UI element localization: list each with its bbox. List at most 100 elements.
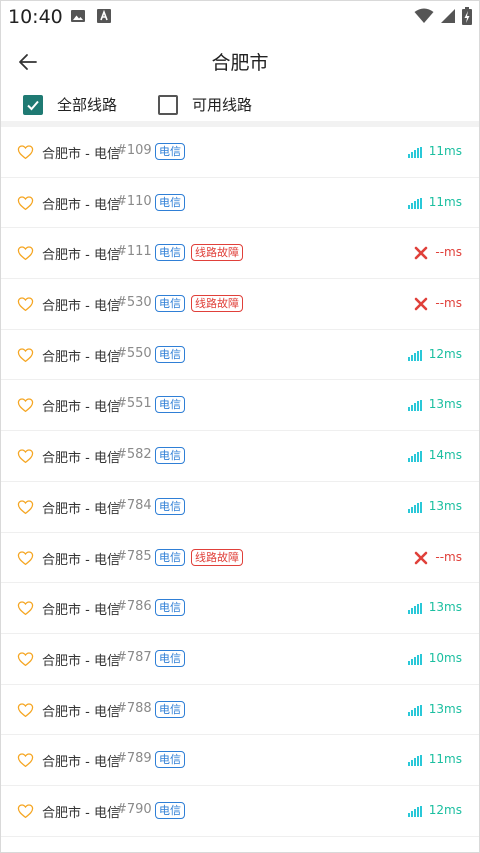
- route-row[interactable]: 合肥市 - 电信 #109 电信 11ms: [0, 127, 480, 178]
- latency-value: --ms: [435, 245, 462, 260]
- filter-all-routes[interactable]: 全部线路: [23, 94, 117, 115]
- route-id: #582: [116, 447, 152, 463]
- signal-bars-icon: [408, 653, 422, 665]
- fault-badge: 线路故障: [191, 548, 243, 566]
- heart-outline-icon[interactable]: [17, 397, 34, 413]
- route-id: #790: [116, 801, 152, 817]
- filter-available-routes[interactable]: 可用线路: [158, 94, 252, 115]
- route-row[interactable]: 合肥市 - 电信 #550 电信 12ms: [0, 330, 480, 381]
- isp-badge: 电信: [155, 801, 185, 819]
- route-name: 合肥市 - 电信: [42, 552, 120, 568]
- heart-outline-icon[interactable]: [17, 600, 34, 616]
- fault-badge: 线路故障: [191, 244, 243, 262]
- route-id: #789: [116, 751, 152, 767]
- route-list: 合肥市 - 电信 #109 电信 11ms 合肥市 - 电信 #110 电信 11ms 合肥市 …: [0, 127, 480, 837]
- route-name: 合肥市 - 电信: [42, 704, 120, 720]
- latency-value: 11ms: [428, 752, 462, 767]
- route-id: #110: [116, 193, 152, 209]
- heart-outline-icon[interactable]: [17, 803, 34, 819]
- isp-badge: 电信: [155, 649, 185, 667]
- route-name: 合肥市 - 电信: [42, 451, 120, 467]
- heart-outline-icon[interactable]: [17, 144, 34, 160]
- route-row[interactable]: 合肥市 - 电信 #582 电信 14ms: [0, 431, 480, 482]
- isp-badge: 电信: [155, 700, 185, 718]
- signal-bars-icon: [408, 755, 422, 767]
- check-icon: [27, 100, 39, 110]
- heart-outline-icon[interactable]: [17, 195, 34, 211]
- signal-bars-icon: [408, 805, 422, 817]
- checkbox-available-routes[interactable]: [158, 94, 178, 115]
- route-row[interactable]: 合肥市 - 电信 #551 电信 13ms: [0, 380, 480, 432]
- route-name: 合肥市 - 电信: [42, 349, 120, 365]
- cross-icon: [414, 297, 428, 311]
- heart-outline-icon[interactable]: [17, 499, 34, 515]
- route-name: 合肥市 - 电信: [42, 805, 120, 821]
- isp-badge: 电信: [155, 447, 185, 465]
- heart-outline-icon[interactable]: [17, 702, 34, 718]
- latency-value: 13ms: [428, 701, 462, 716]
- latency-value: 12ms: [428, 802, 462, 817]
- filter-bar: 全部线路 可用线路: [0, 88, 480, 122]
- fault-badge: 线路故障: [191, 295, 243, 313]
- route-name: 合肥市 - 电信: [42, 147, 120, 162]
- isp-badge: 电信: [155, 244, 185, 262]
- route-row[interactable]: 合肥市 - 电信 #790 电信 12ms: [0, 786, 480, 837]
- latency-value: 13ms: [428, 498, 462, 513]
- isp-badge: 电信: [155, 295, 185, 313]
- isp-badge: 电信: [155, 599, 185, 617]
- wifi-icon: [414, 8, 434, 23]
- latency-value: 13ms: [428, 600, 462, 615]
- route-name: 合肥市 - 电信: [42, 603, 120, 619]
- page-title: 合肥市: [211, 52, 269, 74]
- route-row[interactable]: 合肥市 - 电信 #786 电信 13ms: [0, 583, 480, 634]
- heart-outline-icon[interactable]: [17, 245, 34, 261]
- latency-value: --ms: [435, 296, 462, 311]
- route-id: #109: [116, 143, 152, 158]
- route-row[interactable]: 合肥市 - 电信 #787 电信 10ms: [0, 634, 480, 685]
- isp-badge: 电信: [155, 193, 185, 211]
- isp-badge: 电信: [155, 751, 185, 769]
- font-a-icon: [97, 9, 111, 23]
- route-row[interactable]: 合肥市 - 电信 #785 电信 线路故障 --ms: [0, 533, 480, 584]
- route-row[interactable]: 合肥市 - 电信 #111 电信 线路故障 --ms: [0, 228, 480, 280]
- isp-badge: 电信: [155, 497, 185, 515]
- route-row[interactable]: 合肥市 - 电信 #788 电信 13ms: [0, 685, 480, 736]
- heart-outline-icon[interactable]: [17, 550, 34, 566]
- signal-bars-icon: [408, 451, 422, 463]
- cross-icon: [414, 247, 428, 260]
- route-row[interactable]: 合肥市 - 电信 #110 电信 11ms: [0, 178, 480, 229]
- heart-outline-icon[interactable]: [17, 296, 34, 312]
- latency-value: 11ms: [428, 194, 462, 209]
- route-name: 合肥市 - 电信: [42, 653, 120, 669]
- route-row[interactable]: 合肥市 - 电信 #789 电信 11ms: [0, 735, 480, 786]
- heart-outline-icon[interactable]: [17, 752, 34, 768]
- isp-badge: 电信: [155, 396, 185, 414]
- latency-value: 10ms: [428, 650, 462, 665]
- isp-badge: 电信: [155, 548, 185, 566]
- battery-charging-icon: [462, 7, 472, 25]
- signal-bars-icon: [408, 400, 422, 412]
- signal-bars-icon: [408, 704, 422, 716]
- isp-badge: 电信: [155, 345, 185, 363]
- header: 合肥市: [0, 32, 480, 88]
- status-bar: 10:40: [0, 0, 480, 32]
- heart-outline-icon[interactable]: [17, 448, 34, 464]
- route-name: 合肥市 - 电信: [42, 248, 120, 264]
- signal-bars-icon: [408, 197, 422, 209]
- isp-badge: 电信: [155, 143, 185, 160]
- signal-bars-icon: [408, 603, 422, 615]
- route-name: 合肥市 - 电信: [42, 501, 120, 517]
- image-icon: [71, 10, 85, 22]
- latency-value: 12ms: [428, 346, 462, 361]
- heart-outline-icon[interactable]: [17, 347, 34, 363]
- route-row[interactable]: 合肥市 - 电信 #784 电信 13ms: [0, 482, 480, 533]
- status-left-icons: [70, 8, 112, 24]
- latency-value: 13ms: [428, 397, 462, 412]
- signal-bars-icon: [408, 349, 422, 361]
- status-time: 10:40: [8, 6, 63, 28]
- route-row[interactable]: 合肥市 - 电信 #530 电信 线路故障 --ms: [0, 279, 480, 330]
- checkbox-all-routes[interactable]: [23, 94, 43, 115]
- heart-outline-icon[interactable]: [17, 651, 34, 667]
- route-id: #111: [116, 244, 152, 260]
- filter-available-label: 可用线路: [192, 96, 253, 114]
